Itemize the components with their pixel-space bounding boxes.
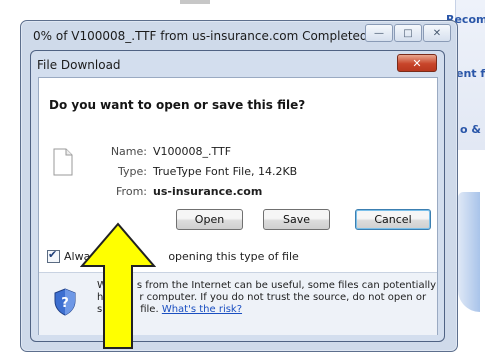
from-label: From: bbox=[116, 185, 147, 198]
window-controls: — □ ✕ bbox=[365, 24, 451, 42]
open-button[interactable]: Open bbox=[176, 209, 243, 230]
type-value: TrueType Font File, 14.2KB bbox=[153, 165, 298, 178]
background-link-2[interactable]: ent f bbox=[456, 67, 485, 80]
background-graphic bbox=[458, 192, 480, 312]
name-value: V100008_.TTF bbox=[153, 145, 232, 158]
checkbox-checked-icon[interactable] bbox=[47, 248, 60, 263]
dialog-title: File Download bbox=[37, 58, 121, 72]
progress-window-title: 0% of V100008_.TTF from us-insurance.com… bbox=[33, 29, 368, 43]
close-window-button[interactable]: ✕ bbox=[423, 24, 451, 42]
type-label: Type: bbox=[118, 165, 147, 178]
minimize-button[interactable]: — bbox=[365, 24, 393, 42]
dialog-question: Do you want to open or save this file? bbox=[49, 98, 306, 112]
from-value: us-insurance.com bbox=[153, 185, 263, 198]
background-link-3[interactable]: o & bbox=[460, 123, 481, 136]
whats-the-risk-link[interactable]: What's the risk? bbox=[162, 304, 242, 315]
up-arrow-annotation bbox=[80, 222, 156, 349]
checkbox-label-end: opening this type of file bbox=[168, 250, 299, 263]
save-button[interactable]: Save bbox=[263, 209, 330, 230]
background-element bbox=[180, 0, 210, 4]
file-icon bbox=[53, 148, 73, 176]
maximize-button[interactable]: □ bbox=[394, 24, 422, 42]
svg-text:?: ? bbox=[61, 296, 69, 311]
shield-icon: ? bbox=[54, 288, 76, 316]
dialog-close-button[interactable]: ✕ bbox=[397, 54, 437, 72]
name-label: Name: bbox=[110, 145, 147, 158]
cancel-button[interactable]: Cancel bbox=[355, 209, 431, 230]
